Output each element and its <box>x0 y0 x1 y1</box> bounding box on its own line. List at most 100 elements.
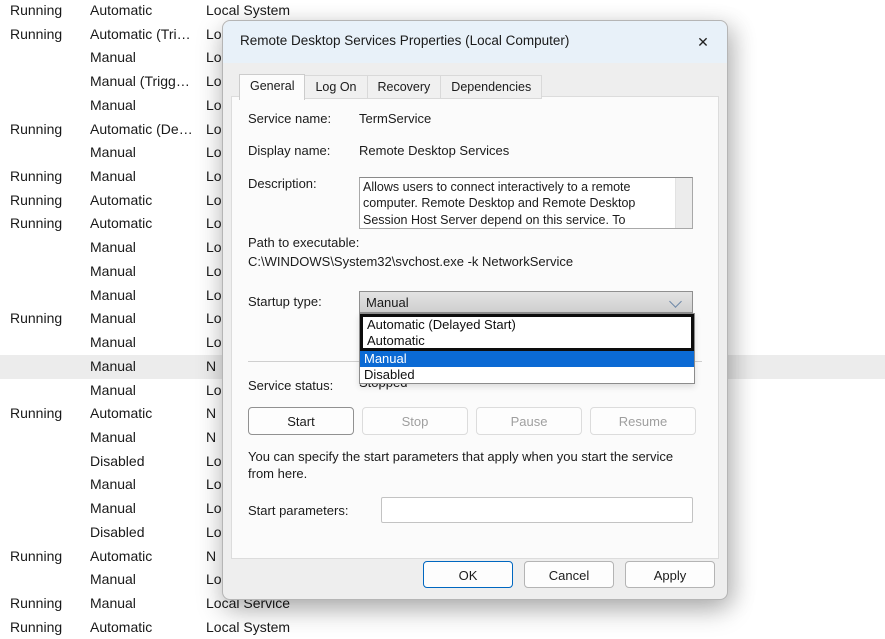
row-startup-type: Manual <box>90 236 136 260</box>
startup-type-dropdown: Automatic (Delayed Start)AutomaticManual… <box>359 313 695 384</box>
service-status-label: Service status: <box>248 378 333 393</box>
path-value: C:\WINDOWS\System32\svchost.exe -k Netwo… <box>248 254 573 269</box>
row-startup-type: Disabled <box>90 450 144 474</box>
row-status: Running <box>10 189 62 213</box>
row-startup-type: Automatic <box>90 545 152 569</box>
dialog-title: Remote Desktop Services Properties (Loca… <box>240 33 569 48</box>
row-status: Running <box>10 118 62 142</box>
tab-log-on[interactable]: Log On <box>305 75 367 99</box>
row-logon-as: Lo <box>206 236 222 260</box>
row-status: Running <box>10 23 62 47</box>
chevron-down-icon <box>669 295 682 308</box>
row-logon-as: Lo <box>206 568 222 592</box>
apply-button[interactable]: Apply <box>625 561 715 588</box>
stop-button: Stop <box>362 407 468 435</box>
description-text: Allows users to connect interactively to… <box>363 179 671 228</box>
service-list-row[interactable]: Running Automatic Local System <box>0 616 885 639</box>
row-startup-type: Disabled <box>90 521 144 545</box>
service-name-label: Service name: <box>248 111 331 126</box>
row-logon-as: N <box>206 355 216 379</box>
row-logon-as: N <box>206 426 216 450</box>
row-status: Running <box>10 616 62 639</box>
dropdown-option-automatic-delayed-start-[interactable]: Automatic (Delayed Start) <box>363 317 691 333</box>
row-logon-as: Lo <box>206 497 222 521</box>
row-startup-type: Manual <box>90 568 136 592</box>
row-startup-type: Automatic <box>90 189 152 213</box>
dropdown-option-disabled[interactable]: Disabled <box>360 367 694 383</box>
row-status: Running <box>10 402 62 426</box>
row-logon-as: Lo <box>206 212 222 236</box>
dropdown-option-automatic[interactable]: Automatic <box>363 333 691 348</box>
start-parameters-label: Start parameters: <box>248 503 348 518</box>
start-button[interactable]: Start <box>248 407 354 435</box>
row-startup-type: Manual <box>90 46 136 70</box>
row-startup-type: Manual <box>90 307 136 331</box>
description-box: Allows users to connect interactively to… <box>359 177 693 229</box>
ok-button[interactable]: OK <box>423 561 513 588</box>
row-startup-type: Manual <box>90 592 136 616</box>
row-startup-type: Automatic (De… <box>90 118 193 142</box>
row-startup-type: Manual <box>90 379 136 403</box>
row-startup-type: Manual <box>90 284 136 308</box>
row-logon-as: Local System <box>206 616 290 639</box>
row-logon-as: Lo <box>206 165 222 189</box>
resume-button: Resume <box>590 407 696 435</box>
dropdown-focus-rect: Automatic (Delayed Start)Automatic <box>360 314 694 351</box>
cancel-button[interactable]: Cancel <box>524 561 614 588</box>
row-startup-type: Manual <box>90 355 136 379</box>
row-logon-as: Lo <box>206 189 222 213</box>
row-startup-type: Manual <box>90 473 136 497</box>
dropdown-option-manual[interactable]: Manual <box>360 351 694 367</box>
startup-type-combobox[interactable]: Manual <box>359 291 693 313</box>
startup-type-value: Manual <box>366 295 409 310</box>
tab-recovery[interactable]: Recovery <box>368 75 442 99</box>
row-logon-as: N <box>206 545 216 569</box>
description-scrollbar[interactable] <box>675 178 692 228</box>
general-tab-panel: Service name: TermService Display name: … <box>231 96 719 559</box>
close-icon[interactable]: ✕ <box>689 29 717 55</box>
start-parameters-input[interactable] <box>381 497 693 523</box>
display-name-value: Remote Desktop Services <box>359 143 509 158</box>
row-status: Running <box>10 165 62 189</box>
row-startup-type: Manual (Trigg… <box>90 70 190 94</box>
row-startup-type: Automatic (Tri… <box>90 23 191 47</box>
row-logon-as: Lo <box>206 473 222 497</box>
row-logon-as: Lo <box>206 450 222 474</box>
row-status: Running <box>10 592 62 616</box>
startup-type-label: Startup type: <box>248 294 322 309</box>
row-logon-as: Lo <box>206 70 222 94</box>
row-startup-type: Automatic <box>90 212 152 236</box>
row-logon-as: N <box>206 402 216 426</box>
row-status: Running <box>10 307 62 331</box>
dialog-titlebar[interactable]: Remote Desktop Services Properties (Loca… <box>223 21 727 63</box>
row-logon-as: Lo <box>206 23 222 47</box>
row-status: Running <box>10 0 62 23</box>
dialog-footer-buttons: OK Cancel Apply <box>423 561 715 588</box>
row-logon-as: Lo <box>206 379 222 403</box>
tab-dependencies[interactable]: Dependencies <box>441 75 542 99</box>
row-startup-type: Manual <box>90 331 136 355</box>
row-logon-as: Lo <box>206 284 222 308</box>
pause-button: Pause <box>476 407 582 435</box>
row-startup-type: Automatic <box>90 402 152 426</box>
row-logon-as: Lo <box>206 521 222 545</box>
service-name-value: TermService <box>359 111 431 126</box>
row-startup-type: Manual <box>90 497 136 521</box>
row-startup-type: Manual <box>90 260 136 284</box>
path-label: Path to executable: <box>248 235 359 250</box>
row-logon-as: Lo <box>206 260 222 284</box>
tab-general[interactable]: General <box>239 74 305 100</box>
row-status: Running <box>10 545 62 569</box>
row-startup-type: Automatic <box>90 616 152 639</box>
row-status: Running <box>10 212 62 236</box>
row-startup-type: Manual <box>90 426 136 450</box>
service-properties-dialog: Remote Desktop Services Properties (Loca… <box>222 20 728 600</box>
row-logon-as: Lo <box>206 307 222 331</box>
row-startup-type: Automatic <box>90 0 152 23</box>
row-logon-as: Lo <box>206 331 222 355</box>
tab-strip: GeneralLog OnRecoveryDependencies <box>239 74 542 99</box>
row-logon-as: Lo <box>206 94 222 118</box>
row-logon-as: Lo <box>206 141 222 165</box>
display-name-label: Display name: <box>248 143 330 158</box>
start-parameters-note: You can specify the start parameters tha… <box>248 449 696 482</box>
